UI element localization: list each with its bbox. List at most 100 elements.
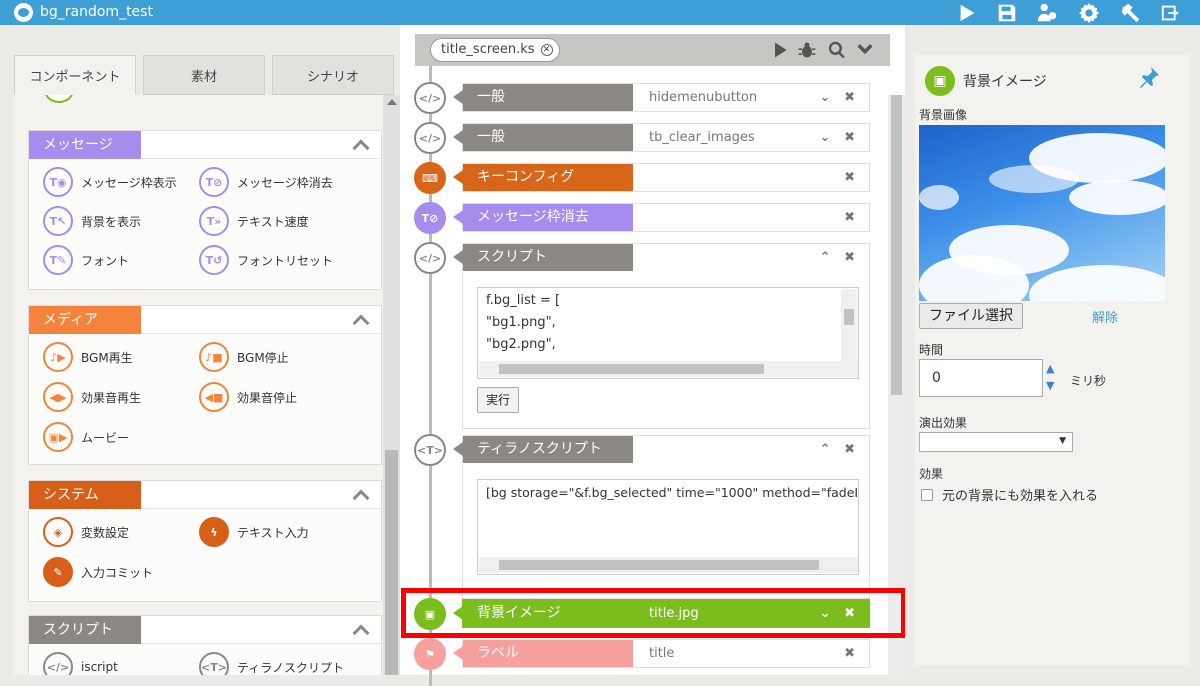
timeline-row[interactable]: 一般 tb_clear_images ⌄ ✖ (453, 123, 870, 152)
component-se-play[interactable]: ◀▶ 効果音再生 (43, 382, 141, 412)
font-icon: T✎ (43, 245, 73, 275)
component-se-stop[interactable]: ◀■ 効果音停止 (199, 382, 297, 412)
component-font-reset[interactable]: T↺ フォントリセット (199, 245, 333, 275)
pin-icon[interactable] (1137, 65, 1161, 89)
file-select-button[interactable]: ファイル選択 (919, 303, 1023, 329)
timeline-row[interactable]: キーコンフィグ ✖ (453, 163, 870, 192)
component-bgm-stop[interactable]: ♪■ BGM停止 (199, 342, 289, 372)
component-text-speed[interactable]: T» テキスト速度 (199, 206, 309, 236)
row-controls[interactable]: ⌃ ✖ (820, 442, 855, 457)
file-tab[interactable]: title_screen.ks ✕ (430, 38, 560, 62)
component-tyrano-script[interactable]: <T> ティラノスクリプト (199, 652, 344, 675)
tyrano-editor[interactable]: [bg storage="&f.bg_selected" time="1000"… (477, 479, 859, 575)
chevron-up-icon[interactable]: ⌃ (820, 442, 831, 457)
cloud (1029, 265, 1165, 301)
clear-link[interactable]: 解除 (1092, 307, 1118, 326)
close-icon[interactable]: ✖ (844, 250, 855, 265)
close-icon[interactable]: ✖ (844, 90, 855, 105)
chevron-up-icon[interactable] (352, 314, 370, 332)
row-controls[interactable]: ⌃ ✖ (820, 250, 855, 265)
row-controls[interactable]: ✖ (844, 210, 855, 225)
se-stop-icon: ◀■ (199, 382, 229, 412)
scroll-thumb[interactable] (499, 364, 764, 374)
row-controls[interactable]: ⌄ ✖ (820, 90, 855, 105)
message-hide-icon: T⊘ (414, 202, 446, 234)
lightning-icon: ϟ (199, 517, 229, 547)
chevron-up-icon[interactable] (352, 489, 370, 507)
components-list: メッセージ T◉ メッセージ枠表示 T⊘ メッセージ枠消去 T↖ 背景を表示 T» テキ… (14, 95, 384, 675)
effect-select[interactable]: ▼ (919, 432, 1073, 452)
component-show-background[interactable]: T↖ 背景を表示 (43, 206, 141, 236)
commit-icon: ✎ (43, 557, 73, 587)
chevron-up-icon[interactable] (352, 624, 370, 642)
row-controls[interactable]: ⌄ ✖ (820, 130, 855, 145)
time-input[interactable]: 0 (919, 359, 1043, 397)
bug-icon[interactable] (797, 40, 819, 60)
component-message-window-hide[interactable]: T⊘ メッセージ枠消去 (199, 167, 333, 197)
center-scroll-thumb[interactable] (891, 95, 902, 395)
component-font[interactable]: T✎ フォント (43, 245, 129, 275)
component-variable-set[interactable]: ◈ 変数設定 (43, 517, 129, 547)
component-input-commit[interactable]: ✎ 入力コミット (43, 557, 153, 587)
scroll-thumb[interactable] (499, 560, 819, 570)
close-icon[interactable]: ✖ (844, 210, 855, 225)
tyrano-hscroll[interactable] (479, 557, 858, 573)
play-icon[interactable] (950, 0, 984, 25)
play-icon[interactable] (770, 40, 792, 60)
chevron-up-icon[interactable] (352, 139, 370, 157)
stepper-down-icon[interactable]: ▼ (1046, 377, 1054, 394)
component-message-window-show[interactable]: T◉ メッセージ枠表示 (43, 167, 177, 197)
row-tag: ラベル (453, 640, 633, 667)
hammer-icon[interactable] (1114, 0, 1148, 25)
group-script-header[interactable]: スクリプト (29, 616, 381, 644)
row-value: hidemenubutton (649, 90, 758, 105)
export-icon[interactable] (1154, 0, 1188, 25)
save-icon[interactable] (990, 0, 1024, 25)
close-icon[interactable]: ✕ (540, 44, 553, 56)
close-icon[interactable]: ✖ (844, 170, 855, 185)
settings-icon[interactable] (1072, 0, 1106, 25)
tab-scenario[interactable]: シナリオ (272, 55, 394, 95)
group-system-header[interactable]: システム (29, 481, 381, 509)
script-editor[interactable]: f.bg_list = [ "bg1.png", "bg2.png", (477, 287, 859, 379)
component-label: 背景を表示 (81, 214, 142, 229)
app-title: bg_random_test (40, 4, 153, 20)
component-iscript[interactable]: </> iscript (43, 652, 118, 675)
chevron-up-icon[interactable]: ⌃ (820, 250, 831, 265)
row-controls[interactable]: ✖ (844, 170, 855, 185)
left-scroll-thumb[interactable] (385, 450, 398, 675)
time-stepper[interactable]: ▲ ▼ (1046, 360, 1054, 394)
plugins-icon[interactable] (1030, 0, 1064, 25)
stepper-up-icon[interactable]: ▲ (1046, 360, 1054, 377)
tab-components[interactable]: コンポーネント (14, 55, 136, 95)
chevron-down-icon[interactable] (855, 40, 877, 60)
close-icon[interactable]: ✖ (844, 442, 855, 457)
component-text-input[interactable]: ϟ テキスト入力 (199, 517, 309, 547)
search-icon[interactable] (827, 40, 849, 60)
close-icon[interactable]: ✖ (844, 646, 855, 661)
timeline-row[interactable]: ラベル title ✖ (453, 639, 870, 668)
script-vscroll[interactable] (841, 289, 857, 361)
group-media-header[interactable]: メディア (29, 306, 381, 334)
component-label: 入力コミット (81, 565, 154, 580)
left-scrollbar[interactable] (383, 95, 400, 675)
group-message-header[interactable]: メッセージ (29, 131, 381, 159)
run-button[interactable]: 実行 (477, 387, 520, 413)
timeline-row[interactable]: メッセージ枠消去 ✖ (453, 203, 870, 232)
component-movie[interactable]: ▣▶ ムービー (43, 422, 129, 452)
script-hscroll[interactable] (479, 361, 858, 377)
close-icon[interactable]: ✖ (844, 130, 855, 145)
tyrano-icon: <T> (414, 434, 446, 466)
scroll-up-icon[interactable] (387, 99, 397, 105)
component-bgm-play[interactable]: ♪▶ BGM再生 (43, 342, 133, 372)
time-label: 時間 (919, 343, 944, 357)
scroll-thumb[interactable] (844, 309, 854, 325)
chevron-down-icon[interactable]: ⌄ (820, 130, 831, 145)
effects-checkbox[interactable] (921, 489, 933, 501)
tab-assets[interactable]: 素材 (143, 55, 265, 95)
time-unit: ミリ秒 (1070, 374, 1107, 388)
timeline-row[interactable]: 一般 hidemenubutton ⌄ ✖ (453, 83, 870, 112)
chevron-down-icon[interactable]: ⌄ (820, 90, 831, 105)
row-controls[interactable]: ✖ (844, 646, 855, 661)
row-tag: ティラノスクリプト (453, 436, 633, 463)
